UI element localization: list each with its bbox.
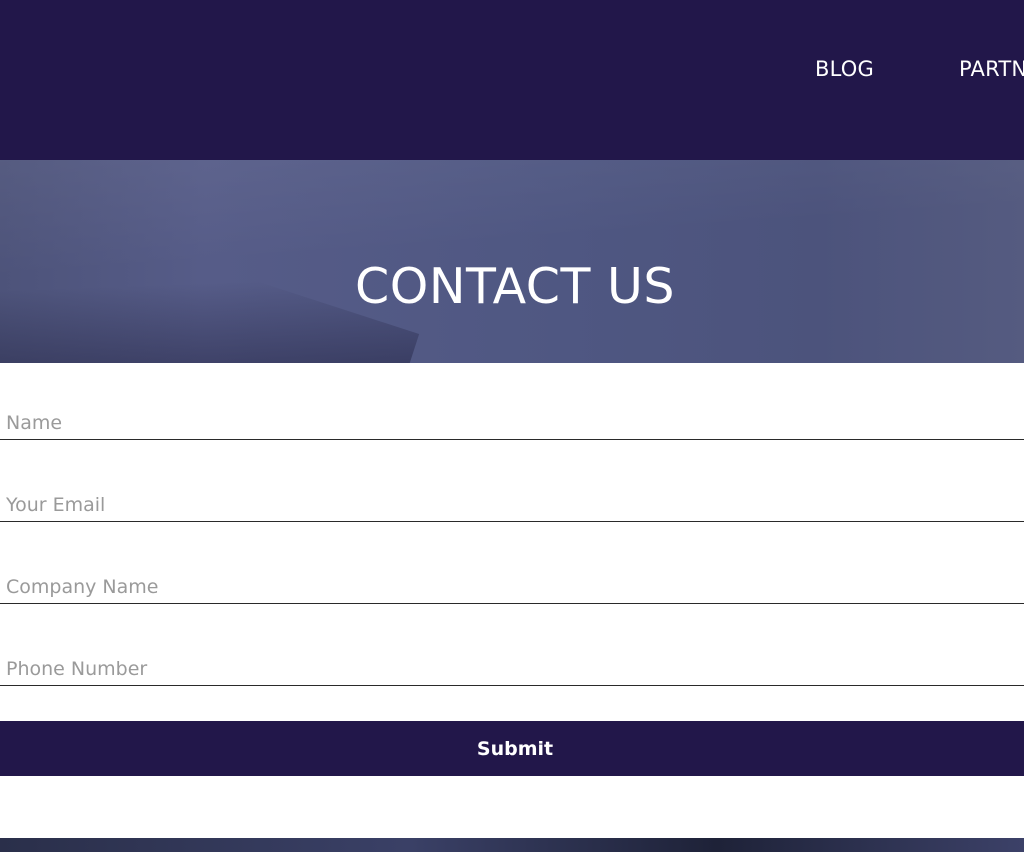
hero-banner: CONTACT US [0,160,1024,363]
submit-button[interactable]: Submit [0,721,1024,776]
nav-link-blog[interactable]: BLOG [815,57,874,81]
phone-number-field[interactable] [0,652,1024,686]
page-title: CONTACT US [355,258,675,315]
contact-page: BLOG PARTNERS CONTACT US Submit [0,0,1024,852]
company-name-field[interactable] [0,570,1024,604]
footer-strip [0,838,1024,852]
top-navigation-bar: BLOG PARTNERS [0,0,1024,160]
name-field[interactable] [0,406,1024,440]
nav-link-partners[interactable]: PARTNERS [959,57,1024,81]
email-field[interactable] [0,488,1024,522]
